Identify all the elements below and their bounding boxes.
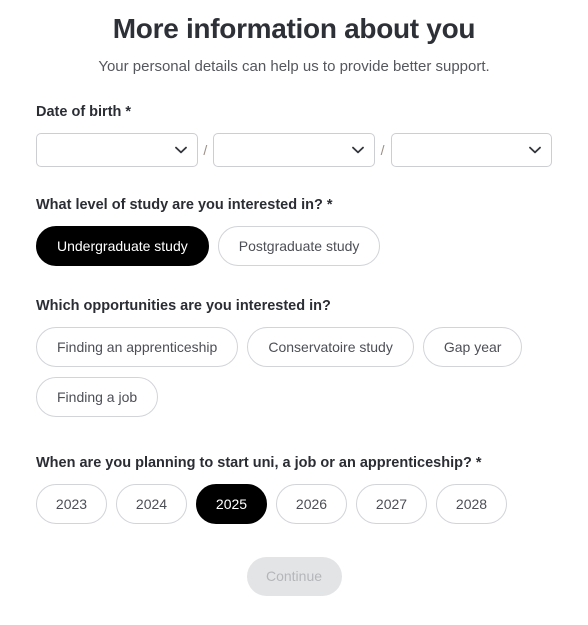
form-body: Date of birth * / / What level of study …	[0, 103, 588, 596]
date-separator-1: /	[203, 142, 208, 158]
start-year-option-2027[interactable]: 2027	[356, 484, 427, 524]
start-year-option-2026[interactable]: 2026	[276, 484, 347, 524]
field-group-opportunities: Which opportunities are you interested i…	[36, 297, 552, 417]
date-of-birth-month-wrapper	[213, 133, 375, 167]
opportunities-option-gap-year[interactable]: Gap year	[422, 327, 523, 367]
start-year-option-2024[interactable]: 2024	[116, 484, 187, 524]
page-title: More information about you	[112, 13, 476, 44]
field-group-date-of-birth: Date of birth * / /	[36, 103, 552, 167]
opportunities-label: Which opportunities are you interested i…	[36, 298, 331, 314]
form-footer: Continue	[36, 557, 552, 596]
date-of-birth-day-wrapper	[36, 133, 198, 167]
opportunities-option-conservatoire[interactable]: Conservatoire study	[247, 327, 414, 367]
field-group-study-level: What level of study are you interested i…	[36, 196, 552, 266]
date-of-birth-label: Date of birth *	[36, 104, 132, 120]
start-year-option-2025[interactable]: 2025	[196, 484, 267, 524]
opportunities-option-apprenticeship[interactable]: Finding an apprenticeship	[36, 327, 239, 367]
study-level-option-undergraduate[interactable]: Undergraduate study	[36, 226, 209, 266]
date-of-birth-day-select[interactable]	[36, 133, 198, 167]
more-information-form-page: More information about you Your personal…	[0, 12, 588, 625]
date-of-birth-month-select[interactable]	[213, 133, 375, 167]
field-group-start-year: When are you planning to start uni, a jo…	[36, 454, 552, 524]
opportunities-option-finding-a-job[interactable]: Finding a job	[36, 377, 159, 417]
study-level-label: What level of study are you interested i…	[36, 197, 333, 213]
date-separator-2: /	[380, 142, 385, 158]
start-year-options: 2023 2024 2025 2026 2027 2028	[36, 484, 552, 524]
start-year-label: When are you planning to start uni, a jo…	[36, 455, 482, 471]
start-year-option-2028[interactable]: 2028	[436, 484, 507, 524]
opportunities-options: Finding an apprenticeship Conservatoire …	[36, 327, 552, 417]
study-level-option-postgraduate[interactable]: Postgraduate study	[217, 226, 381, 266]
start-year-option-2023[interactable]: 2023	[36, 484, 107, 524]
date-of-birth-year-wrapper	[390, 133, 552, 167]
page-subtitle: Your personal details can help us to pro…	[98, 58, 490, 75]
continue-button[interactable]: Continue	[246, 557, 342, 596]
study-level-options: Undergraduate study Postgraduate study	[36, 226, 552, 266]
date-of-birth-year-select[interactable]	[390, 133, 552, 167]
date-of-birth-row: / /	[36, 133, 552, 167]
